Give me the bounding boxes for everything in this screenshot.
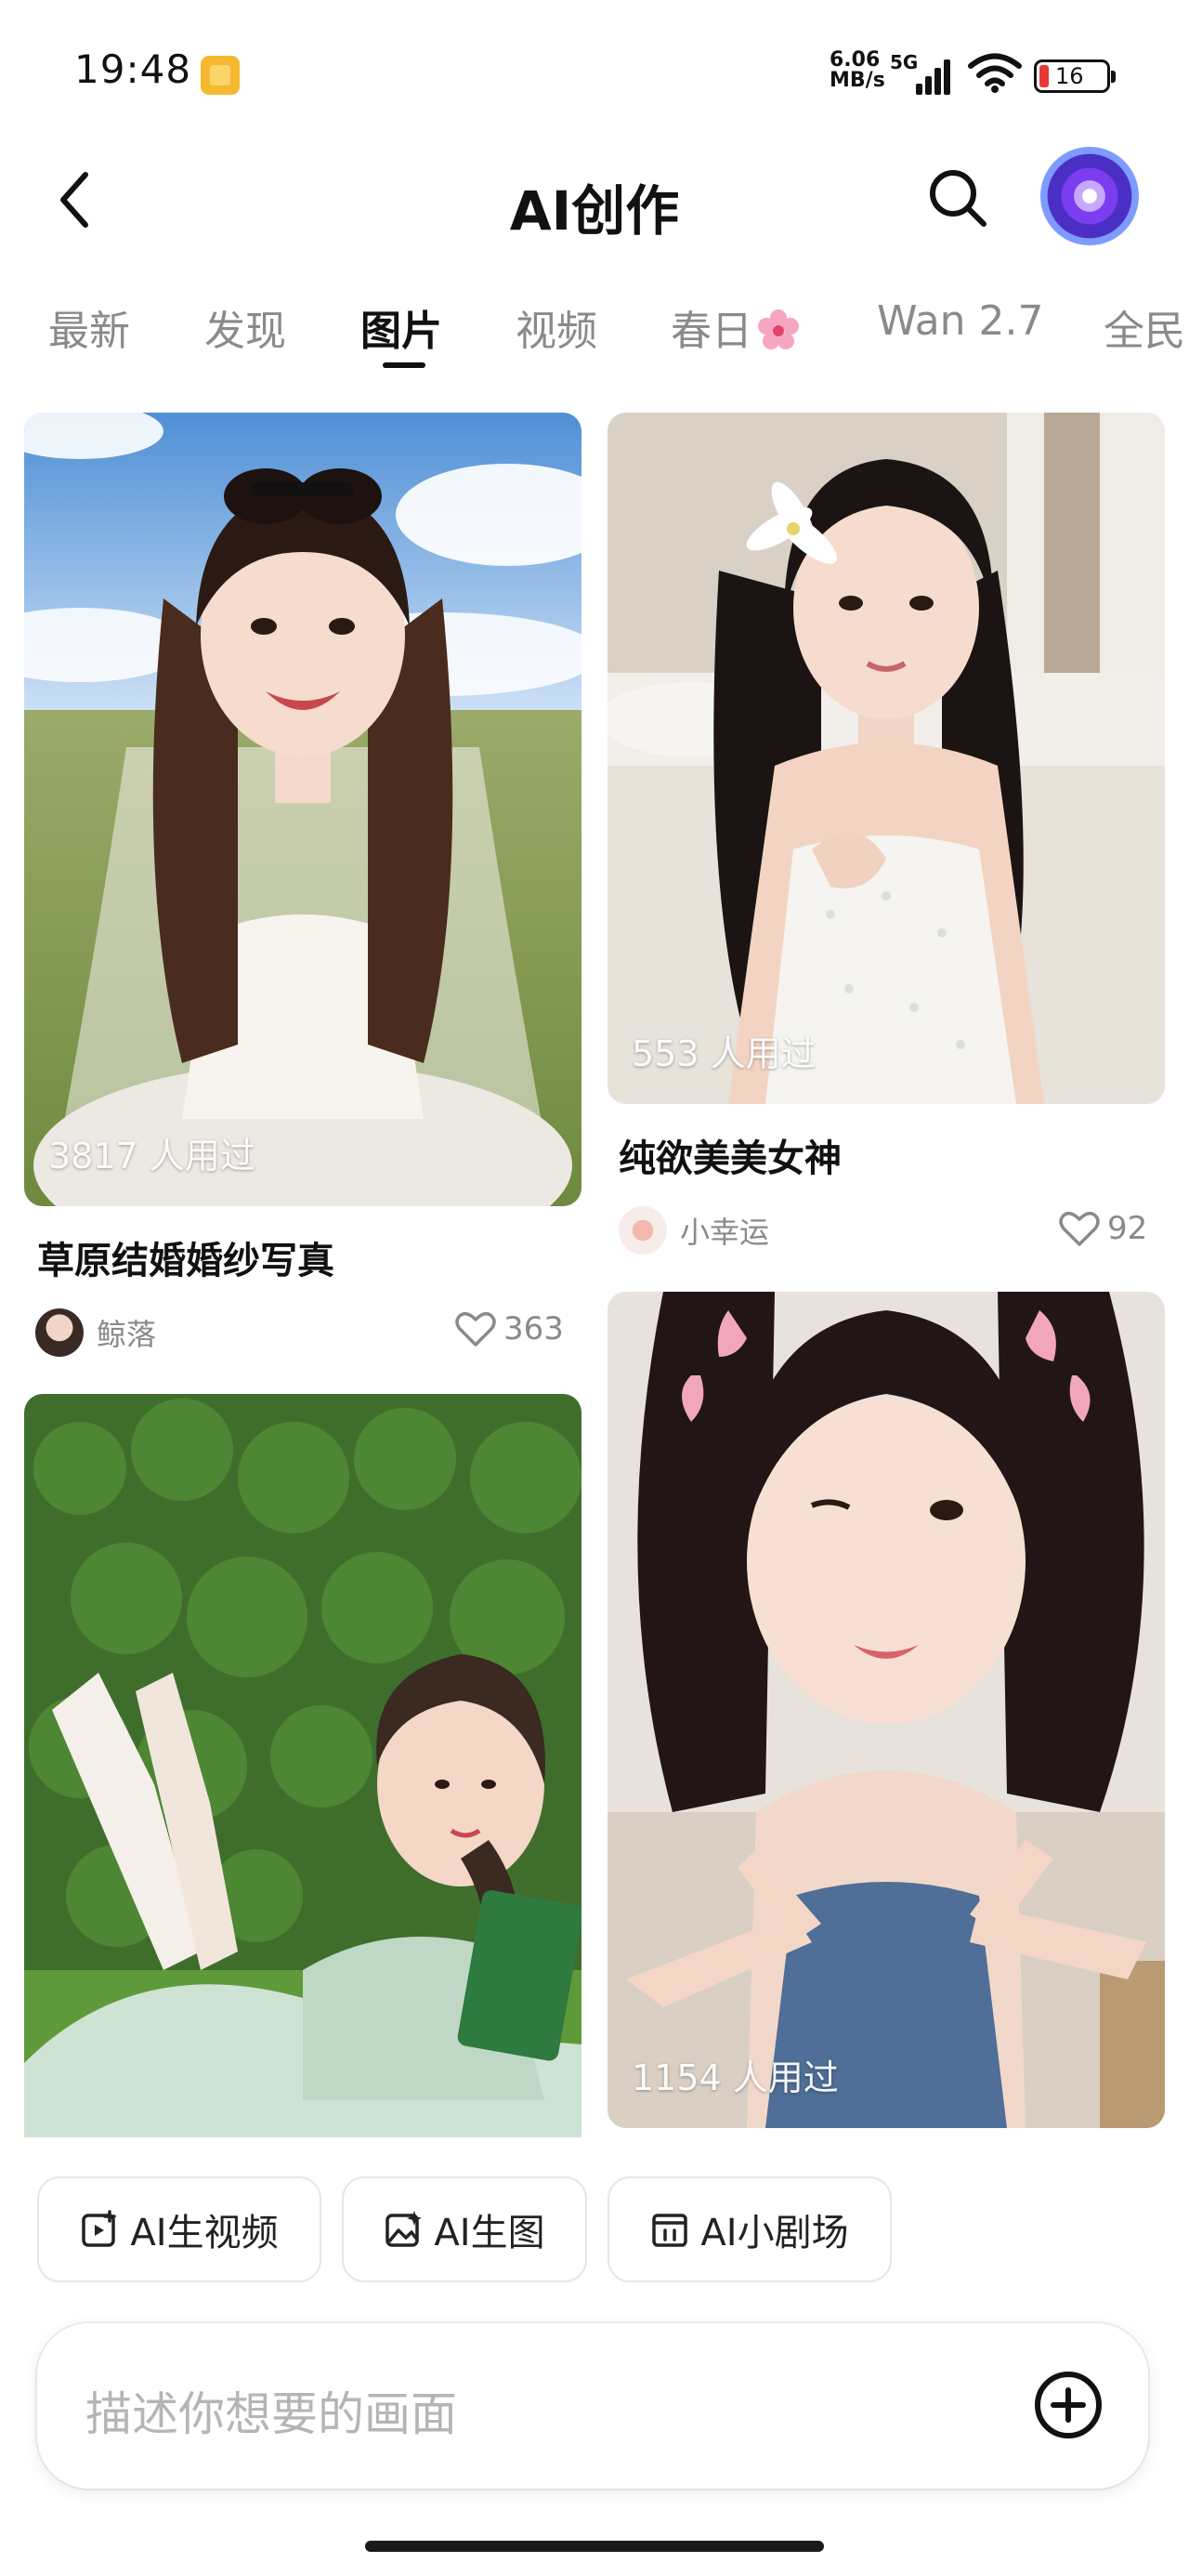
battery-level: 16 xyxy=(1055,63,1084,89)
notification-app-icon xyxy=(201,56,240,95)
search-icon xyxy=(930,170,986,227)
search-button[interactable] xyxy=(921,162,996,236)
author-name: 鲸落 xyxy=(97,1317,157,1352)
tab-discover[interactable]: 发现 xyxy=(204,297,286,357)
used-count: 1154 人用过 xyxy=(632,2057,839,2098)
peace-sign-girl-image xyxy=(608,1292,1165,2128)
ai-theater-button[interactable]: AI小剧场 xyxy=(608,2176,892,2282)
ai-theater-label: AI小剧场 xyxy=(700,2212,849,2254)
page-title: AI创作 xyxy=(509,179,680,243)
tab-all-people[interactable]: 全民 xyxy=(1104,297,1185,357)
bride-portrait-image xyxy=(24,413,581,1206)
avatar xyxy=(619,1206,667,1255)
girl-with-lily-image xyxy=(608,413,1165,1104)
feed-card-image[interactable]: 3817 人用过 xyxy=(24,413,581,1206)
video-plus-icon xyxy=(82,2210,117,2247)
network-speed: 6.06 MB/s xyxy=(830,50,885,91)
network-speed-value: 6.06 xyxy=(830,48,881,72)
feed-card-image[interactable] xyxy=(24,1394,581,2137)
status-time: 19:48 xyxy=(74,46,192,92)
feed-card-image[interactable]: 553 人用过 xyxy=(608,413,1165,1104)
like-button[interactable]: 92 xyxy=(1059,1210,1147,1247)
heart-icon xyxy=(1059,1212,1100,1246)
ai-video-button[interactable]: AI生视频 xyxy=(37,2176,321,2282)
home-indicator[interactable] xyxy=(365,2541,824,2552)
battery-level-fill xyxy=(1039,65,1049,87)
feed-card-image[interactable]: 1154 人用过 xyxy=(608,1292,1165,2128)
top-app-bar: AI创作 xyxy=(0,139,1189,260)
cherry-blossom-icon xyxy=(758,309,799,349)
author-name: 小幸运 xyxy=(680,1215,770,1250)
tab-spring[interactable]: 春日 xyxy=(671,297,801,357)
card-title[interactable]: 草原结婚婚纱写真 xyxy=(37,1230,334,1284)
card-author[interactable]: 鲸落 xyxy=(35,1308,156,1357)
girl-reading-on-grass-image xyxy=(24,1394,581,2137)
tab-videos[interactable]: 视频 xyxy=(516,297,597,357)
like-count: 363 xyxy=(503,1310,564,1347)
like-count: 92 xyxy=(1107,1210,1148,1247)
plus-circle-icon[interactable] xyxy=(1031,2368,1105,2442)
ai-image-label: AI生图 xyxy=(434,2212,545,2254)
theater-icon xyxy=(652,2214,688,2247)
tab-images[interactable]: 图片 xyxy=(360,297,442,357)
prompt-placeholder: 描述你想要的画面 xyxy=(85,2387,457,2441)
assistant-avatar-button[interactable] xyxy=(1040,147,1139,245)
prompt-input[interactable]: 描述你想要的画面 xyxy=(37,2323,1148,2489)
cellular-signal-icon xyxy=(916,59,950,95)
image-sparkle-icon xyxy=(385,2211,423,2247)
card-title[interactable]: 纯欲美美女神 xyxy=(619,1128,842,1182)
heart-icon xyxy=(455,1312,496,1347)
like-button[interactable]: 363 xyxy=(455,1310,564,1347)
network-speed-unit: MB/s xyxy=(830,69,885,92)
battery-indicator: 16 xyxy=(1034,59,1116,93)
used-count: 3817 人用过 xyxy=(48,1136,255,1176)
tab-latest[interactable]: 最新 xyxy=(48,297,130,357)
ai-video-label: AI生视频 xyxy=(130,2212,279,2254)
status-bar: 19:48 6.06 MB/s 5G 16 xyxy=(0,0,1189,139)
wifi-icon xyxy=(968,53,1022,93)
category-tabs: 最新 发现 图片 视频 春日 Wan 2.7 全民 xyxy=(0,279,1189,381)
used-count: 553 人用过 xyxy=(632,1033,817,1074)
tab-spring-label: 春日 xyxy=(671,308,752,355)
tab-wan[interactable]: Wan 2.7 xyxy=(877,297,1044,345)
avatar xyxy=(35,1308,84,1357)
active-tab-indicator xyxy=(383,362,425,368)
ai-image-button[interactable]: AI生图 xyxy=(342,2176,587,2282)
card-author[interactable]: 小幸运 xyxy=(619,1206,769,1255)
